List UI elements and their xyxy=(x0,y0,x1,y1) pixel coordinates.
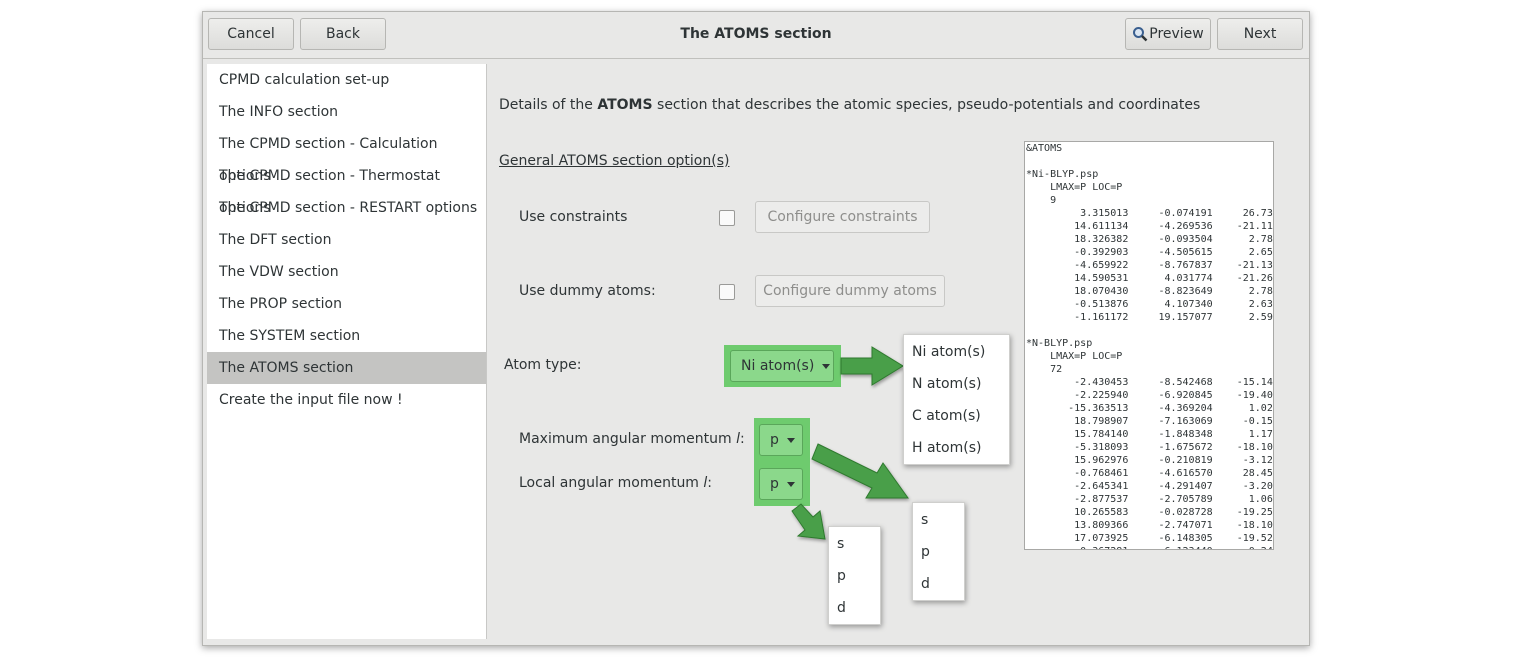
atom-type-option-h[interactable]: H atom(s) xyxy=(912,440,981,456)
local-l-option-d[interactable]: d xyxy=(837,600,846,616)
max-l-option-s[interactable]: s xyxy=(921,512,928,528)
arrow-to-local-l-options xyxy=(791,503,826,540)
max-l-option-p[interactable]: p xyxy=(921,544,930,560)
local-l-popup: s p d xyxy=(828,526,881,625)
atom-type-popup: Ni atom(s) N atom(s) C atom(s) H atom(s) xyxy=(903,334,1010,465)
arrow-to-max-l-options xyxy=(811,443,909,499)
max-l-option-d[interactable]: d xyxy=(921,576,930,592)
local-l-option-s[interactable]: s xyxy=(837,536,844,552)
max-l-popup: s p d xyxy=(912,502,965,601)
atom-type-option-n[interactable]: N atom(s) xyxy=(912,376,981,392)
atom-type-option-ni[interactable]: Ni atom(s) xyxy=(912,344,985,360)
local-l-option-p[interactable]: p xyxy=(837,568,846,584)
arrow-to-atom-types xyxy=(840,346,904,386)
atom-type-option-c[interactable]: C atom(s) xyxy=(912,408,981,424)
annotation-arrows xyxy=(791,346,909,540)
